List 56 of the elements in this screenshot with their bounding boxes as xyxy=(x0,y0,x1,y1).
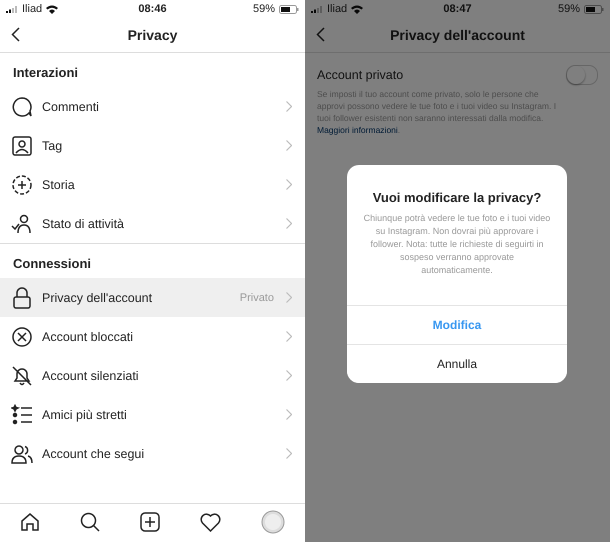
cancel-button[interactable]: Annulla xyxy=(347,344,567,383)
settings-item[interactable]: Privacy dell'account Privato xyxy=(0,278,305,317)
chevron-icon xyxy=(286,179,292,190)
chevron-icon xyxy=(286,218,292,229)
battery-percent: 59% xyxy=(558,3,580,15)
comment-icon xyxy=(11,96,33,118)
activity-icon xyxy=(11,212,33,234)
profile-avatar[interactable] xyxy=(261,510,285,534)
battery-icon xyxy=(584,4,604,14)
battery-percent: 59% xyxy=(252,3,275,15)
section-header: Connessioni xyxy=(12,255,92,273)
back-icon[interactable] xyxy=(11,27,20,42)
screen-title: Privacy xyxy=(128,27,178,43)
settings-item[interactable]: Account che segui xyxy=(0,434,305,473)
settings-item[interactable]: Amici più stretti xyxy=(0,395,305,434)
signal-icon xyxy=(311,6,323,12)
search-icon[interactable] xyxy=(80,512,100,532)
dialog-message: Chiunque potrà vedere le tue foto e i tuoi video su Instagram. Non dovrai più approvare i follower. Nota: tutte le richieste di seguirti in sospeso verranno approvate automaticamente. xyxy=(362,212,552,277)
chevron-icon xyxy=(286,140,292,151)
item-value: Privato xyxy=(240,292,274,304)
settings-item[interactable]: Account silenziati xyxy=(0,356,305,395)
battery-icon xyxy=(278,4,299,14)
status-time: 08:47 xyxy=(443,3,472,15)
section-header: Interazioni xyxy=(12,64,80,82)
story-icon xyxy=(11,174,33,196)
chevron-icon xyxy=(286,101,292,112)
dialog-title: Vuoi modificare la privacy? xyxy=(372,189,542,207)
setting-label: Account privato xyxy=(317,68,404,82)
status-time: 08:46 xyxy=(138,3,167,15)
people-icon xyxy=(11,442,33,464)
settings-item[interactable]: Stato di attività xyxy=(0,204,305,243)
more-info-link[interactable]: Maggiori informazioni xyxy=(317,125,398,135)
tag-icon xyxy=(11,134,33,156)
chevron-icon xyxy=(286,370,292,381)
lock-icon xyxy=(11,286,33,308)
settings-item[interactable]: Account bloccati xyxy=(0,317,305,356)
chevron-icon xyxy=(286,331,292,342)
screen-title: Privacy dell'account xyxy=(390,27,525,43)
chevron-icon xyxy=(286,409,292,420)
chevron-icon xyxy=(286,448,292,459)
chevron-icon xyxy=(286,292,292,303)
settings-item[interactable]: Storia xyxy=(0,165,305,204)
wifi-icon xyxy=(351,4,364,14)
carrier-name: Iliad xyxy=(327,3,348,15)
carrier-name: Iliad xyxy=(22,3,42,15)
signal-icon xyxy=(6,6,18,12)
bell-icon xyxy=(11,364,33,386)
add-icon[interactable] xyxy=(140,512,160,532)
toggle-switch[interactable] xyxy=(566,65,598,85)
list-icon xyxy=(11,404,33,426)
home-icon[interactable] xyxy=(20,512,40,532)
wifi-icon xyxy=(46,4,58,14)
heart-icon[interactable] xyxy=(200,512,221,532)
x-icon xyxy=(11,326,33,348)
settings-item[interactable]: Tag xyxy=(0,126,305,165)
settings-item[interactable]: Commenti xyxy=(0,87,305,126)
